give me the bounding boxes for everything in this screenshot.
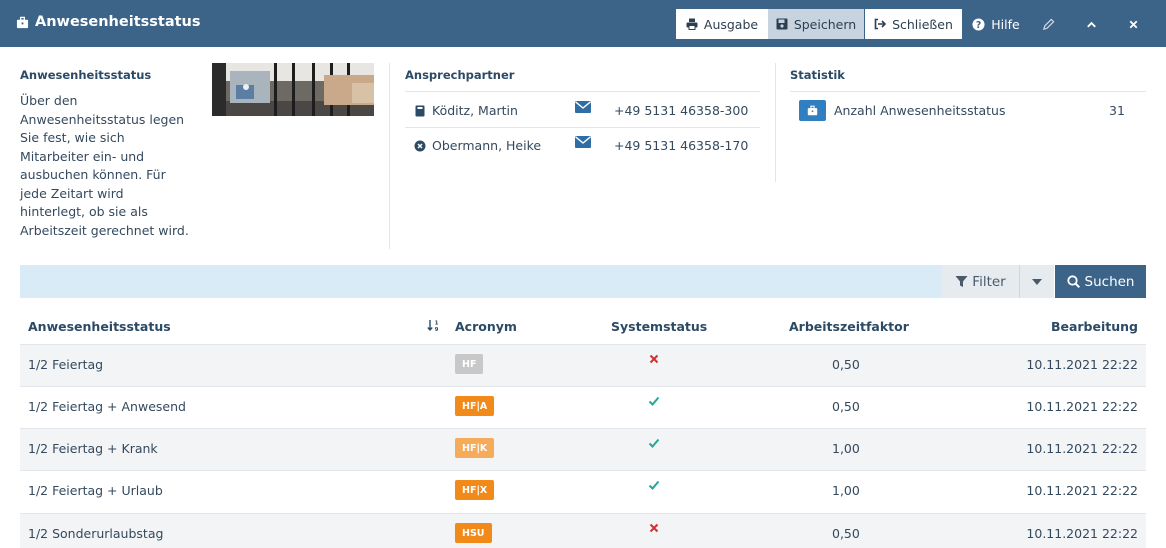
filter-icon [955, 276, 968, 287]
contact-name: Obermann, Heike [432, 138, 542, 153]
contacts-divider [405, 91, 760, 92]
column-header-acronym[interactable]: Acronym [455, 319, 517, 334]
search-input[interactable] [20, 265, 942, 298]
stat-badge [799, 100, 826, 121]
info-title: Anwesenheitsstatus [20, 68, 152, 82]
question-circle-icon: ? [972, 17, 985, 30]
save-button[interactable]: Speichern [768, 9, 864, 39]
print-icon [686, 18, 698, 30]
table-row[interactable]: 1/2 Feiertag + Urlaub HF|X 1,00 10.11.2021 … [20, 470, 1146, 512]
row-factor: 1,00 [832, 441, 860, 456]
svg-text:?: ? [976, 19, 981, 30]
pencil-icon [1042, 17, 1055, 30]
table-row[interactable]: 1/2 Feiertag + Anwesend HF|A 0,50 10.11.202… [20, 386, 1146, 428]
acronym-badge: HF|K [455, 438, 495, 458]
row-edited: 10.11.2021 22:22 [1026, 399, 1138, 414]
divider-2 [775, 63, 776, 182]
row-factor: 1,00 [832, 483, 860, 498]
check-icon [648, 480, 660, 490]
window-header: Anwesenheitsstatus Ausgabe Speichern Sch… [0, 0, 1166, 47]
row-edited: 10.11.2021 22:22 [1026, 357, 1138, 372]
check-icon [648, 438, 660, 448]
close-window-button[interactable]: Schließen [865, 9, 962, 39]
contacts-row-divider [405, 127, 760, 128]
table-row[interactable]: 1/2 Feiertag HF 0,50 10.11.2021 22:22 [20, 344, 1146, 386]
row-name: 1/2 Feiertag [28, 357, 104, 372]
divider-1 [389, 63, 390, 249]
row-edited: 10.11.2021 22:22 [1026, 526, 1138, 541]
contact-phone: +49 5131 46358-300 [614, 103, 749, 118]
help-button-label: Hilfe [991, 16, 1020, 32]
acronym-badge: HF|A [455, 396, 495, 416]
window-title-text: Anwesenheitsstatus [35, 14, 201, 30]
save-icon [776, 18, 788, 30]
briefcase-icon [807, 105, 818, 116]
briefcase-icon [16, 16, 29, 28]
column-header-name[interactable]: Anwesenheitsstatus [28, 319, 171, 334]
filter-dropdown-button[interactable] [1019, 265, 1054, 298]
column-header-edited[interactable]: Bearbeitung [1051, 319, 1138, 334]
contact-name: Köditz, Martin [432, 103, 518, 118]
search-icon [1066, 275, 1080, 288]
close-window-button-label: Schließen [892, 16, 953, 32]
filter-button[interactable]: Filter [942, 265, 1019, 298]
column-header-system[interactable]: Systemstatus [611, 319, 707, 334]
acronym-badge: HF [455, 354, 484, 374]
stats-title: Statistik [790, 68, 845, 82]
row-name: 1/2 Feiertag + Krank [28, 441, 158, 456]
acronym-badge: HSU [455, 523, 492, 543]
close-button[interactable] [1121, 9, 1145, 39]
search-button-label: Suchen [1084, 273, 1135, 290]
row-name: 1/2 Feiertag + Anwesend [28, 399, 186, 414]
collapse-button[interactable] [1079, 9, 1103, 39]
contact-item[interactable]: Obermann, Heike [414, 138, 541, 153]
sign-out-icon [874, 18, 887, 30]
contact-item[interactable]: Köditz, Martin [414, 103, 518, 118]
column-header-factor[interactable]: Arbeitszeitfaktor [789, 319, 909, 334]
cross-icon [649, 523, 659, 533]
sort-icon[interactable]: 1 9 [427, 319, 440, 332]
table-row[interactable]: 1/2 Feiertag + Krank HF|K 1,00 10.11.2021 2… [20, 428, 1146, 470]
svg-text:9: 9 [435, 327, 439, 332]
row-name: 1/2 Sonderurlaubstag [28, 526, 164, 541]
save-button-label: Speichern [793, 16, 857, 32]
svg-text:1: 1 [435, 321, 439, 327]
address-book-icon [415, 105, 425, 116]
cross-icon [649, 354, 659, 364]
search-button[interactable]: Suchen [1055, 265, 1146, 298]
info-description: Über den Anwesenheitsstatus legen Sie fe… [20, 93, 189, 238]
output-button-label: Ausgabe [703, 16, 759, 32]
contacts-title: Ansprechpartner [405, 68, 515, 82]
acronym-badge: HF|X [455, 480, 495, 500]
contact-phone: +49 5131 46358-170 [614, 138, 749, 153]
filter-button-label: Filter [972, 273, 1006, 290]
caret-down-icon [1032, 278, 1042, 285]
check-icon [648, 396, 660, 406]
stat-label[interactable]: Anzahl Anwesenheitsstatus [834, 103, 1005, 118]
close-icon [1129, 20, 1137, 28]
row-factor: 0,50 [832, 399, 860, 414]
table-row[interactable]: 1/2 Sonderurlaubstag HSU 0,50 10.11.2021 22… [20, 513, 1146, 548]
row-edited: 10.11.2021 22:22 [1026, 441, 1138, 456]
envelope-icon[interactable] [575, 136, 591, 148]
envelope-icon[interactable] [575, 101, 591, 113]
row-name: 1/2 Feiertag + Urlaub [28, 483, 163, 498]
chevron-up-icon [1086, 21, 1096, 27]
times-circle-icon [414, 140, 426, 151]
row-factor: 0,50 [832, 357, 860, 372]
row-edited: 10.11.2021 22:22 [1026, 483, 1138, 498]
help-button[interactable]: ? Hilfe [972, 9, 1020, 39]
edit-button[interactable] [1036, 9, 1060, 39]
stats-divider [790, 91, 1146, 92]
office-photo [212, 63, 374, 116]
window-title: Anwesenheitsstatus [16, 14, 200, 30]
stat-value: 31 [1109, 103, 1125, 118]
row-factor: 0,50 [832, 526, 860, 541]
output-button[interactable]: Ausgabe [676, 9, 768, 39]
